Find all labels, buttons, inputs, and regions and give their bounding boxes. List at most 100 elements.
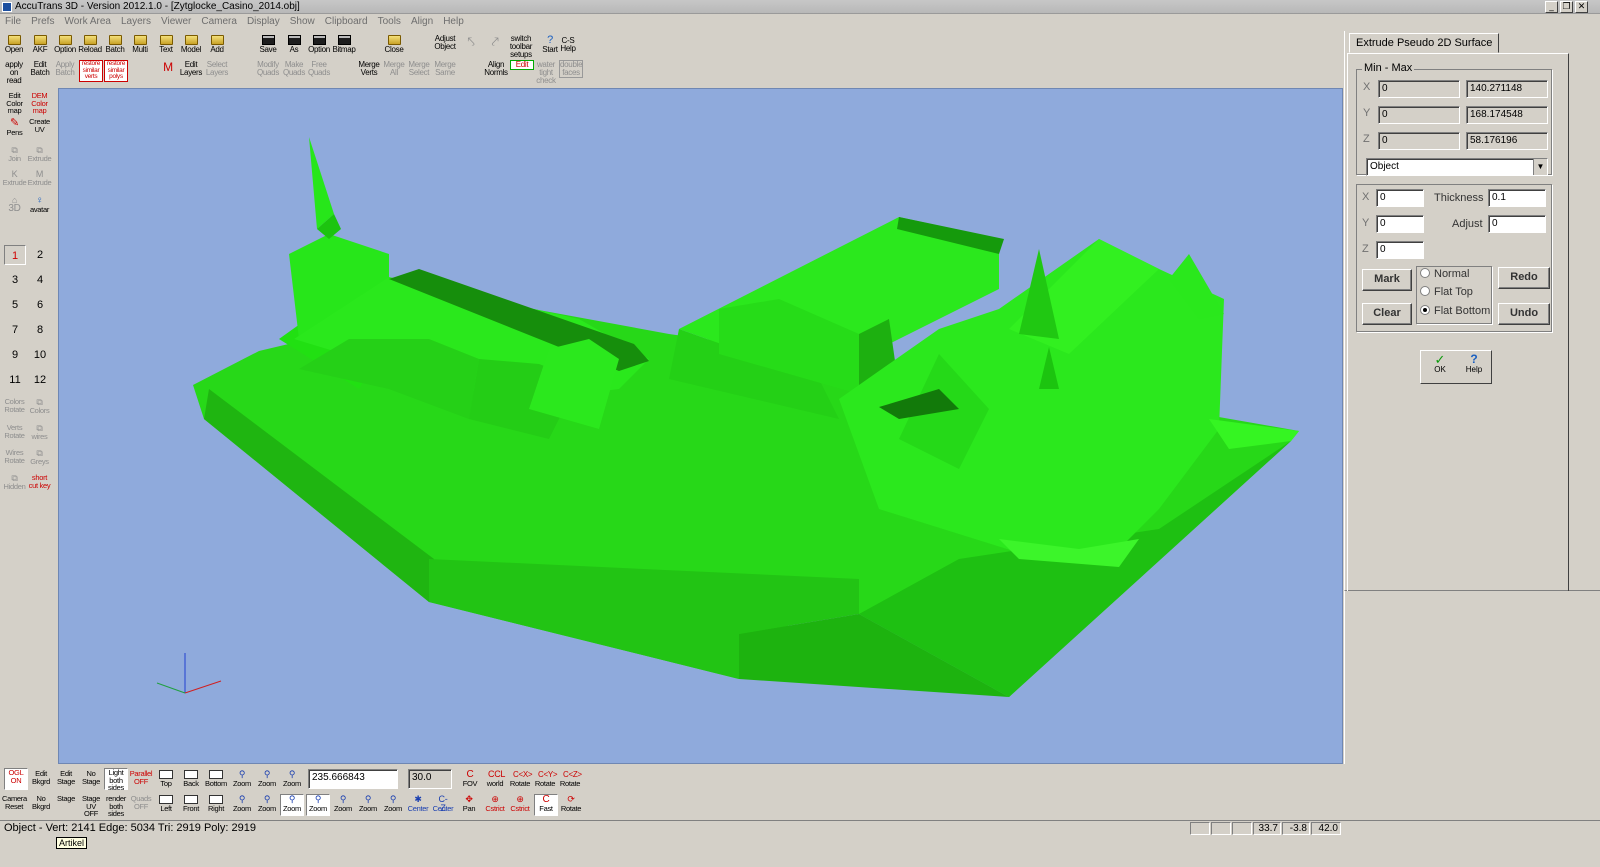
camera-reset-button[interactable]: Camera Reset: [2, 795, 27, 810]
fov-value-field[interactable]: 30.0: [408, 769, 452, 789]
open-button[interactable]: Open: [2, 35, 26, 54]
edit-layers-button[interactable]: Edit Layers: [179, 61, 203, 77]
help-button[interactable]: ? Help: [1459, 353, 1489, 374]
save-as-button[interactable]: As: [282, 35, 306, 54]
menu-show[interactable]: Show: [285, 15, 320, 27]
extrude-y-field[interactable]: 0: [1376, 215, 1424, 233]
quads-off-button[interactable]: Quads OFF: [129, 795, 153, 810]
no-bkgrd-button[interactable]: No Bkgrd: [29, 795, 53, 810]
light-both-sides-button[interactable]: Light both sides: [104, 768, 128, 791]
zoom-2-button[interactable]: ⚲ Zoom: [255, 770, 279, 788]
wires-rotate-button[interactable]: Wires Rotate: [2, 449, 27, 464]
fov-button[interactable]: C FOV: [458, 770, 482, 788]
zoom-6-button[interactable]: ⚲ Zoom: [280, 794, 304, 816]
rotate-free-button[interactable]: ⟳ Rotate: [559, 795, 583, 813]
pan-button[interactable]: ✥ Pan: [457, 795, 481, 813]
save-option-button[interactable]: Option: [307, 35, 331, 54]
model-button[interactable]: Model: [179, 35, 203, 54]
y-min-field[interactable]: 0: [1378, 106, 1460, 124]
apply-batch-button[interactable]: Apply Batch: [53, 61, 77, 77]
menu-prefs[interactable]: Prefs: [26, 15, 59, 27]
layer-1-button[interactable]: 1: [4, 245, 26, 265]
extrude-m-button[interactable]: M Extrude: [27, 170, 52, 187]
zoom-fit-button[interactable]: ⚲ Zoom: [381, 795, 405, 813]
add-button[interactable]: Add: [205, 35, 229, 54]
edit-green-button[interactable]: Edit: [510, 60, 534, 70]
axis-icon[interactable]: ⤣: [460, 35, 482, 49]
zoom-a-button[interactable]: ⚲ Zoom: [306, 794, 330, 816]
zoom-in-button[interactable]: ⚲ Zoom: [331, 795, 355, 813]
3d-viewport[interactable]: [58, 88, 1343, 764]
m-icon[interactable]: M: [156, 61, 180, 73]
layer-11-button[interactable]: 11: [4, 370, 26, 390]
reload-button[interactable]: Reload: [78, 35, 102, 54]
batch-button[interactable]: Batch: [103, 35, 127, 54]
modify-quads-button[interactable]: Modify Quads: [256, 61, 280, 77]
rotate-x-button[interactable]: C<X> Rotate: [508, 770, 533, 788]
zoom-out-button[interactable]: ⚲ Zoom: [356, 795, 380, 813]
view-left-button[interactable]: Left: [154, 795, 178, 813]
layer-12-button[interactable]: 12: [29, 370, 51, 390]
edit-batch-button[interactable]: Edit Batch: [28, 61, 52, 77]
ogl-on-button[interactable]: OGL ON: [4, 768, 28, 790]
hidden-button[interactable]: ⧉ Hidden: [2, 474, 27, 491]
cs-help-button[interactable]: C-S Help: [556, 37, 580, 53]
layer-5-button[interactable]: 5: [4, 295, 26, 315]
undo-button[interactable]: Undo: [1498, 303, 1550, 325]
view-right-button[interactable]: Right: [204, 795, 228, 813]
wires-button[interactable]: ⧉ wires: [27, 424, 52, 441]
zoom-5-button[interactable]: ⚲ Zoom: [255, 795, 279, 813]
view-front-button[interactable]: Front: [179, 795, 203, 813]
edit-color-map-button[interactable]: Edit Color map: [2, 92, 27, 115]
merge-select-button[interactable]: Merge Select: [407, 61, 431, 77]
stage-uv-off-button[interactable]: Stage UV OFF: [79, 795, 103, 818]
tab-extrude-pseudo-2d-surface[interactable]: Extrude Pseudo 2D Surface: [1349, 33, 1500, 53]
verts-rotate-button[interactable]: Verts Rotate: [2, 424, 27, 439]
restore-button[interactable]: ❐: [1560, 1, 1573, 13]
extrude-k-button[interactable]: K Extrude: [2, 170, 27, 187]
chevron-down-icon[interactable]: ▼: [1533, 159, 1547, 175]
text-button[interactable]: Text: [154, 35, 178, 54]
zoom-value-field[interactable]: 235.666843: [308, 769, 398, 789]
adjust-field[interactable]: 0: [1488, 215, 1546, 233]
dem-color-map-button[interactable]: DEM Color map: [27, 92, 52, 115]
double-faces-button[interactable]: double faces: [559, 60, 583, 78]
center-x-button[interactable]: ✱ Center: [406, 795, 430, 813]
layer-2-button[interactable]: 2: [29, 245, 51, 265]
menu-display[interactable]: Display: [242, 15, 285, 27]
menu-align[interactable]: Align: [406, 15, 438, 27]
create-uv-button[interactable]: Create UV: [27, 118, 52, 133]
constrict-button-2[interactable]: ⊕ Cstrict: [508, 795, 532, 813]
close-file-button[interactable]: Close: [382, 35, 406, 54]
switch-toolbar-button[interactable]: switch toolbar setups: [508, 35, 534, 59]
pens-button[interactable]: ✎ Pens: [2, 118, 27, 137]
view-bottom-button[interactable]: Bottom: [204, 770, 228, 788]
stage-button[interactable]: Stage: [54, 795, 78, 803]
layer-4-button[interactable]: 4: [29, 270, 51, 290]
layer-8-button[interactable]: 8: [29, 320, 51, 340]
layer-7-button[interactable]: 7: [4, 320, 26, 340]
no-stage-button[interactable]: No Stage: [79, 770, 103, 785]
merge-same-button[interactable]: Merge Same: [433, 61, 457, 77]
view-3d-button[interactable]: ⌂ 3D: [2, 196, 27, 214]
render-both-sides-button[interactable]: render both sides: [104, 795, 128, 818]
menu-clipboard[interactable]: Clipboard: [320, 15, 373, 27]
y-max-field[interactable]: 168.174548: [1466, 106, 1548, 124]
world-button[interactable]: CCL world: [483, 770, 507, 788]
extrude-z-field[interactable]: 0: [1376, 241, 1424, 259]
radio-normal[interactable]: Normal: [1420, 268, 1469, 280]
restore-polys-button[interactable]: restore similar polys: [104, 60, 128, 82]
ok-button[interactable]: ✓ OK: [1425, 353, 1455, 374]
redo-button[interactable]: Redo: [1498, 267, 1550, 289]
water-tight-button[interactable]: water tight check: [534, 61, 558, 85]
colors-button[interactable]: ⧉ Colors: [27, 398, 52, 415]
menu-help[interactable]: Help: [438, 15, 469, 27]
thickness-field[interactable]: 0.1: [1488, 189, 1546, 207]
merge-all-button[interactable]: Merge All: [382, 61, 406, 77]
select-layers-button[interactable]: Select Layers: [205, 61, 229, 77]
restore-verts-button[interactable]: restore similar verts: [79, 60, 103, 82]
fast-button[interactable]: C Fast: [534, 794, 558, 816]
z-min-field[interactable]: 0: [1378, 132, 1460, 150]
extrude-button-1[interactable]: ⧉ Extrude: [27, 146, 52, 163]
clear-button[interactable]: Clear: [1362, 303, 1412, 325]
